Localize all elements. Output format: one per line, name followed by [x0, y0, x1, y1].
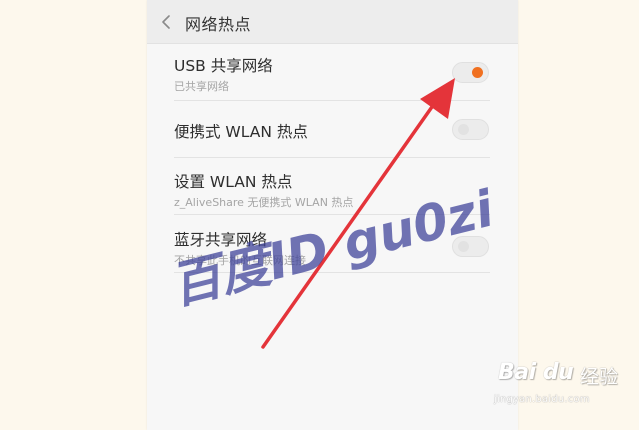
jingyan-text: 经验 — [580, 366, 619, 388]
back-arrow-icon[interactable] — [160, 14, 174, 29]
setup-hotspot-row[interactable]: 设置 WLAN 热点 z_AliveShare 无便携式 WLAN 热点 — [174, 158, 490, 215]
portable-hotspot-toggle[interactable] — [452, 119, 489, 140]
bluetooth-tethering-title: 蓝牙共享网络 — [174, 231, 268, 249]
setup-hotspot-title: 设置 WLAN 热点 — [174, 173, 293, 191]
screenshot-stage: 网络热点 USB 共享网络 已共享网络 便携式 WLAN 热点 设置 WLAN … — [0, 0, 639, 430]
portable-hotspot-title: 便携式 WLAN 热点 — [174, 123, 308, 141]
usb-tethering-toggle[interactable] — [452, 62, 489, 83]
row-divider — [174, 272, 490, 273]
bluetooth-tethering-subtitle: 不共享此手机的互联网连接 — [174, 254, 306, 267]
toggle-knob — [458, 241, 469, 252]
portable-hotspot-row[interactable]: 便携式 WLAN 热点 — [174, 101, 490, 158]
row-divider — [174, 214, 490, 215]
bluetooth-tethering-row[interactable]: 蓝牙共享网络 不共享此手机的互联网连接 — [174, 216, 490, 273]
usb-tethering-title: USB 共享网络 — [174, 57, 273, 75]
baidu-logo-text: Bai du — [498, 360, 574, 385]
page-title: 网络热点 — [185, 15, 252, 34]
usb-tethering-status: 已共享网络 — [174, 80, 229, 93]
usb-tethering-row[interactable]: USB 共享网络 已共享网络 — [174, 44, 490, 101]
app-header: 网络热点 — [147, 0, 518, 44]
bluetooth-tethering-toggle[interactable] — [452, 236, 489, 257]
baidu-jingyan-logo: Bai du 经验 jingyan.baidu.com — [488, 358, 634, 414]
setup-hotspot-subtitle: z_AliveShare 无便携式 WLAN 热点 — [174, 196, 354, 209]
brand-url: jingyan.baidu.com — [494, 394, 590, 405]
toggle-knob — [472, 67, 483, 78]
toggle-knob — [458, 124, 469, 135]
settings-screen: 网络热点 USB 共享网络 已共享网络 便携式 WLAN 热点 设置 WLAN … — [147, 0, 518, 430]
